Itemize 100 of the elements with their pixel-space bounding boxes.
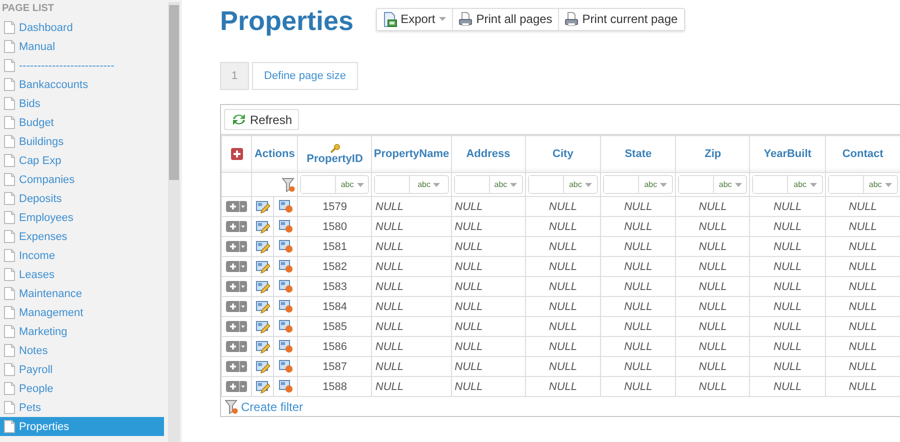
- sidebar-item[interactable]: Dashboard: [0, 18, 164, 37]
- sidebar-item[interactable]: Income: [0, 246, 164, 265]
- sidebar-item[interactable]: Manual: [0, 37, 164, 56]
- column-header[interactable]: PropertyName: [372, 136, 452, 172]
- filter-field[interactable]: abc: [828, 175, 898, 194]
- filter-field[interactable]: abc: [374, 175, 449, 194]
- sidebar-item[interactable]: Cap Exp: [0, 151, 164, 170]
- filter-field[interactable]: abc: [603, 175, 674, 194]
- filter-field[interactable]: abc: [752, 175, 823, 194]
- key-icon: [330, 144, 340, 152]
- expand-button-icon[interactable]: [226, 301, 248, 312]
- sidebar-item[interactable]: Budget: [0, 113, 164, 132]
- table-cell: NULL: [525, 276, 601, 296]
- column-header[interactable]: YearBuilt: [750, 136, 826, 172]
- delete-icon[interactable]: [278, 240, 293, 253]
- table-cell: NULL: [372, 316, 452, 336]
- filter-field[interactable]: abc: [528, 175, 598, 194]
- column-header[interactable]: PropertyID: [298, 136, 372, 172]
- sidebar-item[interactable]: Leases: [0, 265, 164, 284]
- delete-icon[interactable]: [278, 380, 293, 393]
- print-button[interactable]: Print all pages: [453, 8, 560, 30]
- column-header[interactable]: Contact: [825, 136, 900, 172]
- page-size-button[interactable]: Define page size: [252, 62, 358, 90]
- table-cell: NULL: [525, 356, 601, 376]
- sidebar-item[interactable]: Bankaccounts: [0, 75, 164, 94]
- edit-icon[interactable]: [256, 280, 270, 294]
- table-cell: NULL: [372, 376, 452, 396]
- delete-icon[interactable]: [278, 200, 293, 213]
- expand-button-icon[interactable]: [226, 241, 248, 252]
- edit-icon[interactable]: [256, 320, 270, 334]
- filter-field[interactable]: abc: [300, 175, 370, 194]
- expand-button-icon[interactable]: [226, 341, 248, 352]
- filter-icon[interactable]: [225, 400, 238, 414]
- column-header[interactable]: Zip: [676, 136, 750, 172]
- table-cell: NULL: [451, 196, 526, 216]
- delete-icon[interactable]: [278, 220, 293, 233]
- edit-icon[interactable]: [256, 260, 270, 274]
- create-filter-link[interactable]: Create filter: [241, 400, 304, 414]
- expand-button-icon[interactable]: [226, 201, 248, 212]
- column-header[interactable]: Address: [451, 136, 526, 172]
- scrollbar-thumb[interactable]: [169, 5, 179, 180]
- refresh-button[interactable]: Refresh: [224, 109, 300, 130]
- sidebar-item[interactable]: Expenses: [0, 227, 164, 246]
- table-cell: NULL: [676, 336, 750, 356]
- expand-button-icon[interactable]: [226, 221, 248, 232]
- sidebar-item[interactable]: Bids: [0, 94, 164, 113]
- delete-icon[interactable]: [278, 360, 293, 373]
- delete-icon[interactable]: [278, 340, 293, 353]
- table-cell: 1587: [298, 356, 372, 376]
- sidebar-item[interactable]: Deposits: [0, 189, 164, 208]
- page-button[interactable]: 1: [220, 62, 249, 90]
- sidebar-item[interactable]: Payroll: [0, 360, 164, 379]
- sidebar-item[interactable]: Properties: [0, 417, 164, 436]
- sidebar-item[interactable]: Maintenance: [0, 284, 164, 303]
- print-button[interactable]: Print current page: [559, 8, 684, 30]
- export-button[interactable]: Export: [376, 8, 454, 30]
- caret-icon: [660, 182, 668, 186]
- caret-icon: [433, 182, 440, 186]
- page-icon: [4, 401, 15, 414]
- expand-button-icon[interactable]: [226, 381, 248, 392]
- delete-icon[interactable]: [278, 260, 293, 273]
- page-icon: [4, 382, 15, 395]
- scrollbar[interactable]: [168, 2, 180, 442]
- sidebar-item[interactable]: People: [0, 379, 164, 398]
- expand-button-icon[interactable]: [226, 361, 248, 372]
- delete-icon[interactable]: [278, 320, 293, 333]
- sidebar-item[interactable]: Employees: [0, 208, 164, 227]
- edit-icon[interactable]: [256, 220, 270, 234]
- sidebar-item[interactable]: Companies: [0, 170, 164, 189]
- expand-button-icon[interactable]: [226, 261, 248, 272]
- delete-icon[interactable]: [278, 300, 293, 313]
- column-header[interactable]: City: [525, 136, 601, 172]
- edit-icon[interactable]: [256, 360, 270, 374]
- sidebar-item[interactable]: --------------------------: [0, 56, 164, 75]
- add-icon[interactable]: [230, 148, 243, 160]
- sidebar-item[interactable]: Marketing: [0, 322, 164, 341]
- table-cell: 1583: [298, 276, 372, 296]
- table-cell: NULL: [676, 216, 750, 236]
- edit-icon[interactable]: [256, 240, 270, 254]
- filter-icon[interactable]: [282, 178, 296, 192]
- edit-icon[interactable]: [256, 300, 270, 314]
- expand-button-icon[interactable]: [226, 281, 248, 292]
- sidebar-item[interactable]: Management: [0, 303, 164, 322]
- expand-button-icon[interactable]: [226, 321, 248, 332]
- page-icon: [4, 40, 15, 53]
- sidebar-item[interactable]: Notes: [0, 341, 164, 360]
- filter-field[interactable]: abc: [678, 175, 748, 194]
- edit-icon[interactable]: [256, 200, 270, 214]
- table-cell: NULL: [525, 336, 601, 356]
- edit-icon[interactable]: [256, 340, 270, 354]
- table-cell: NULL: [372, 216, 452, 236]
- sidebar-item[interactable]: Buildings: [0, 132, 164, 151]
- filter-field[interactable]: abc: [454, 175, 523, 194]
- table-cell: NULL: [750, 356, 826, 376]
- refresh-icon: [231, 113, 247, 126]
- edit-icon[interactable]: [256, 380, 270, 394]
- column-header[interactable]: State: [600, 136, 676, 172]
- column-header[interactable]: Actions: [252, 136, 298, 172]
- delete-icon[interactable]: [278, 280, 293, 293]
- sidebar-item[interactable]: Pets: [0, 398, 164, 417]
